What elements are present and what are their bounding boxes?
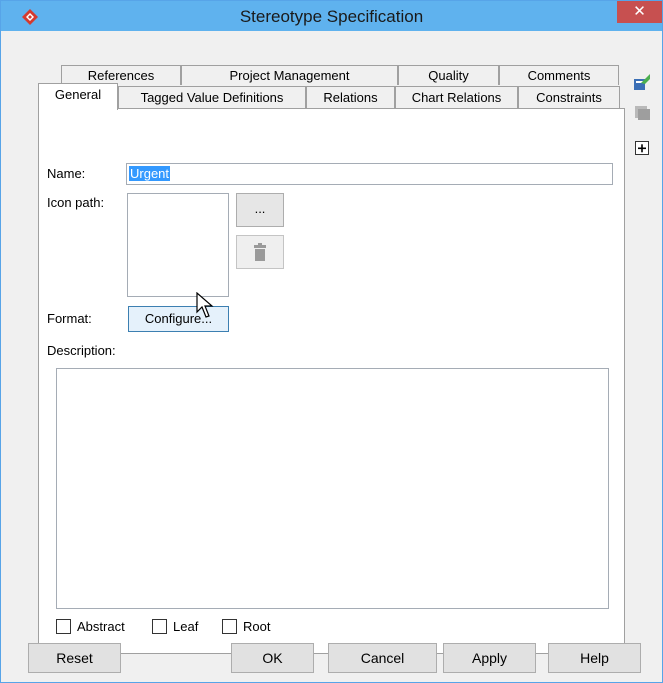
icon-path-preview	[127, 193, 229, 297]
description-label: Description:	[47, 343, 116, 358]
name-label: Name:	[47, 166, 86, 181]
description-textarea[interactable]	[56, 368, 609, 609]
model-element-icon[interactable]	[633, 73, 651, 91]
dialog-window: Stereotype Specification ✕ References Pr…	[0, 0, 663, 683]
trash-icon	[254, 243, 266, 261]
window-title: Stereotype Specification	[239, 7, 424, 26]
ok-button[interactable]: OK	[231, 643, 314, 673]
leaf-checkbox[interactable]	[152, 619, 167, 634]
help-button[interactable]: Help	[548, 643, 641, 673]
tab-general[interactable]: General	[38, 83, 118, 110]
tab-chart-relations[interactable]: Chart Relations	[395, 86, 518, 108]
root-label: Root	[243, 619, 271, 634]
browse-icon-button[interactable]: ...	[236, 193, 284, 227]
abstract-checkbox[interactable]	[56, 619, 71, 634]
tab-comments[interactable]: Comments	[499, 65, 619, 85]
title-bar[interactable]: Stereotype Specification ✕	[1, 1, 662, 31]
stereotype-icon[interactable]	[633, 103, 651, 121]
dialog-client: References Project Management Quality Co…	[8, 31, 655, 677]
tab-references[interactable]: References	[61, 65, 181, 85]
close-button[interactable]: ✕	[617, 1, 662, 23]
remove-icon-button[interactable]	[236, 235, 284, 269]
tab-constraints[interactable]: Constraints	[518, 86, 620, 108]
cancel-button[interactable]: Cancel	[328, 643, 437, 673]
icon-path-label: Icon path:	[47, 195, 105, 210]
apply-button[interactable]: Apply	[443, 643, 536, 673]
tab-relations[interactable]: Relations	[306, 86, 395, 108]
mouse-pointer-icon	[196, 292, 214, 318]
leaf-label: Leaf	[173, 619, 199, 634]
tab-quality[interactable]: Quality	[398, 65, 499, 85]
format-label: Format:	[47, 311, 92, 326]
abstract-label: Abstract	[77, 619, 125, 634]
tab-tagged-value-definitions[interactable]: Tagged Value Definitions	[118, 86, 306, 108]
reset-button[interactable]: Reset	[28, 643, 121, 673]
root-checkbox[interactable]	[222, 619, 237, 634]
name-field[interactable]: Urgent	[126, 163, 613, 185]
name-value: Urgent	[129, 166, 171, 181]
tab-project-management[interactable]: Project Management	[181, 65, 398, 85]
add-icon[interactable]	[633, 139, 651, 157]
general-panel: Name: Urgent Icon path: ... Format: Conf…	[38, 108, 625, 654]
